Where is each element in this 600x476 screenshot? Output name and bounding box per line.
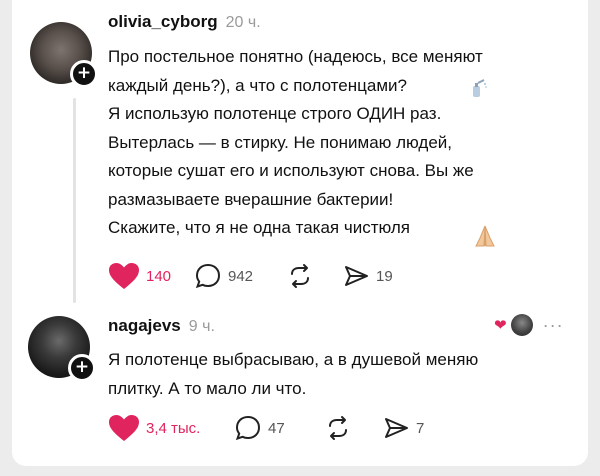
heart-icon [109, 263, 139, 289]
repost-button[interactable] [324, 414, 382, 442]
praying-hands-emoji-icon [475, 225, 495, 247]
author-liked-avatar [510, 314, 533, 336]
towel-spray-emoji-icon [473, 79, 487, 97]
repost-button[interactable] [286, 262, 342, 290]
comment-text: Про постельное понятно (надеюсь, все мен… [108, 47, 483, 237]
repost-icon [291, 264, 309, 288]
reply-count: 47 [268, 419, 285, 437]
like-button[interactable]: 140 [108, 262, 194, 290]
share-button[interactable]: 19 [342, 262, 393, 290]
comment-top-right: ❤ ··· [494, 314, 564, 336]
like-count: 3,4 тыс. [146, 419, 201, 437]
comment-header: olivia_cyborg 20 ч. [108, 12, 261, 32]
comment-header: nagajevs 9 ч. [108, 316, 215, 336]
reply-count: 942 [228, 267, 254, 285]
comment-text: Я полотенце выбрасываю, а в душевой меня… [108, 350, 479, 398]
reply-button[interactable]: 942 [194, 262, 286, 290]
share-count: 19 [376, 267, 393, 285]
follow-plus-icon[interactable]: + [70, 60, 98, 88]
comment-actions: 3,4 тыс. 47 7 [108, 414, 424, 442]
like-count: 140 [146, 267, 172, 285]
send-icon [345, 266, 368, 286]
avatar-olivia[interactable]: + [30, 22, 98, 88]
more-options-icon[interactable]: ··· [543, 315, 564, 336]
send-icon [385, 418, 408, 438]
share-count: 7 [416, 419, 425, 437]
repost-icon [329, 416, 347, 440]
threads-card: + olivia_cyborg 20 ч. Про постельное пон… [12, 0, 588, 466]
comment-bubble-icon [235, 415, 261, 441]
username[interactable]: olivia_cyborg [108, 12, 218, 32]
timestamp: 20 ч. [225, 14, 261, 31]
comment-bubble-icon [195, 263, 221, 289]
username[interactable]: nagajevs [108, 316, 181, 336]
timestamp: 9 ч. [188, 318, 215, 335]
like-button[interactable]: 3,4 тыс. [108, 414, 234, 442]
follow-plus-icon[interactable]: + [68, 354, 96, 382]
avatar-nagajevs[interactable]: + [28, 316, 96, 382]
author-liked-heart-icon: ❤ [494, 317, 507, 334]
thread-line [73, 98, 76, 303]
reply-button[interactable]: 47 [234, 414, 324, 442]
share-button[interactable]: 7 [382, 414, 424, 442]
comment-actions: 140 942 19 [108, 262, 393, 290]
heart-icon [109, 415, 139, 441]
